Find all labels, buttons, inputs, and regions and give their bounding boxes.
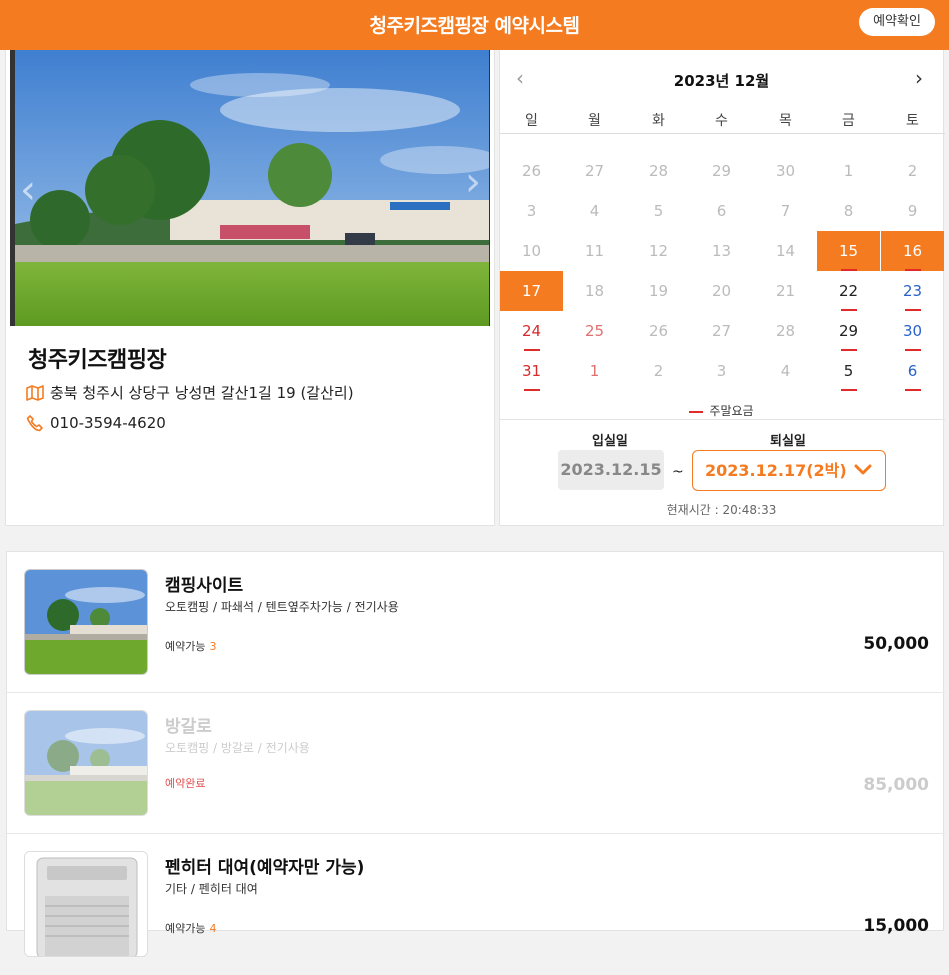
- calendar-day: 6: [716, 202, 727, 220]
- weekday-header: 일 월 화 수 목 금 토: [500, 108, 945, 134]
- calendar-day[interactable]: 23: [881, 271, 944, 311]
- calendar-day: 20: [711, 282, 732, 300]
- calendar-day: 5: [653, 202, 664, 220]
- calendar-day: 2: [653, 362, 664, 380]
- current-time: 현재시간 : 20:48:33: [666, 503, 777, 517]
- app-title: 청주키즈캠핑장 예약시스템: [369, 15, 580, 37]
- calendar-day: 28: [648, 162, 669, 180]
- calendar-day[interactable]: 1: [563, 351, 626, 391]
- product-price: 50,000: [863, 634, 929, 654]
- product-item-bungalow: 방갈로 오토캠핑 / 방갈로 / 전기사용 예약완료 85,000: [7, 693, 945, 834]
- weekend-rate-legend: 주말요금: [500, 402, 943, 419]
- product-desc: 오토캠핑 / 파쇄석 / 텐트옆주차가능 / 전기사용: [165, 600, 399, 614]
- calendar-day-selected[interactable]: 16: [881, 231, 944, 271]
- campsite-photo: ‹ ›: [10, 50, 490, 326]
- address-row: 충북 청주시 상당구 낭성면 갈산1길 19 (갈산리): [26, 382, 354, 403]
- calendar-day: 9: [907, 202, 918, 220]
- photo-next-arrow-icon[interactable]: ›: [465, 162, 481, 202]
- divider: [500, 419, 945, 420]
- calendar-day[interactable]: 31: [500, 351, 563, 391]
- calendar-day: 11: [584, 242, 605, 260]
- calendar-day: 12: [648, 242, 669, 260]
- map-icon: [26, 384, 44, 401]
- calendar-day: 26: [648, 322, 669, 340]
- campsite-name: 청주키즈캠핑장: [28, 348, 167, 373]
- calendar-day-selected[interactable]: 17: [500, 271, 563, 311]
- weekday-label: 화: [652, 113, 665, 129]
- calendar-day: 14: [775, 242, 796, 260]
- calendar-day: 18: [584, 282, 605, 300]
- product-item-camping-site[interactable]: 캠핑사이트 오토캠핑 / 파쇄석 / 텐트옆주차가능 / 전기사용 예약가능 3 …: [7, 552, 945, 693]
- calendar-day: 2: [907, 162, 918, 180]
- calendar-day[interactable]: 29: [817, 311, 880, 351]
- calendar-day: 13: [711, 242, 732, 260]
- checkout-date-value: 2023.12.17(2박): [705, 461, 847, 480]
- product-desc: 오토캠핑 / 방갈로 / 전기사용: [165, 741, 310, 755]
- checkout-date-select[interactable]: 2023.12.17(2박): [692, 450, 886, 491]
- checkout-label: 퇴실일: [770, 434, 806, 449]
- calendar-day: 19: [648, 282, 669, 300]
- calendar-day: 26: [521, 162, 542, 180]
- calendar-day: 1: [843, 162, 854, 180]
- weekday-label: 일: [525, 113, 538, 129]
- calendar-day: 21: [775, 282, 796, 300]
- calendar-panel: ‹ 2023년 12월 › 일 월 화 수 목 금 토 26 27 28 29 …: [499, 50, 945, 526]
- photo-prev-arrow-icon[interactable]: ‹: [20, 170, 36, 210]
- calendar-day[interactable]: 5: [817, 351, 880, 391]
- checkin-label: 입실일: [592, 434, 628, 449]
- calendar-day: 28: [775, 322, 796, 340]
- product-thumbnail: [24, 710, 148, 816]
- calendar-day: 10: [521, 242, 542, 260]
- address-text: 충북 청주시 상당구 낭성면 갈산1길 19 (갈산리): [50, 384, 354, 402]
- availability-count: 3: [209, 640, 217, 653]
- calendar-day: 3: [716, 362, 727, 380]
- calendar-day: 7: [780, 202, 791, 220]
- product-list: 캠핑사이트 오토캠핑 / 파쇄석 / 텐트옆주차가능 / 전기사용 예약가능 3 …: [6, 551, 945, 957]
- availability: 예약가능 4: [165, 922, 217, 935]
- calendar-day: 8: [843, 202, 854, 220]
- date-range-separator: ~: [672, 464, 684, 480]
- calendar-day[interactable]: 22: [817, 271, 880, 311]
- product-title: 방갈로: [165, 717, 212, 737]
- calendar-day: 4: [589, 202, 600, 220]
- calendar-day: 30: [775, 162, 796, 180]
- weekday-label: 목: [779, 113, 792, 129]
- calendar-day[interactable]: 30: [881, 311, 944, 351]
- product-price: 15,000: [863, 916, 929, 936]
- phone-icon: [26, 415, 43, 432]
- chevron-down-icon: [854, 464, 872, 475]
- phone-text[interactable]: 010-3594-4620: [50, 414, 166, 432]
- calendar-day: 27: [711, 322, 732, 340]
- campsite-info-panel: ‹ › 청주키즈캠핑장 충북 청주시 상당구 낭성면 갈산1길 19 (갈산리)…: [5, 50, 495, 526]
- product-thumbnail: [24, 851, 148, 957]
- weekday-label: 토: [906, 113, 919, 129]
- weekend-line-marker: [689, 410, 704, 413]
- calendar-day: 4: [780, 362, 791, 380]
- product-title: 캠핑사이트: [165, 576, 244, 596]
- header-bar: 청주키즈캠핑장 예약시스템 예약확인: [0, 0, 949, 50]
- weekday-label: 수: [715, 113, 728, 129]
- product-title: 펜히터 대여(예약자만 가능): [165, 858, 365, 878]
- checkin-date-field[interactable]: 2023.12.15: [558, 450, 664, 490]
- availability: 예약가능 3: [165, 640, 217, 653]
- availability-count: 4: [209, 922, 217, 935]
- phone-row: 010-3594-4620: [26, 414, 166, 432]
- product-item-heater-rental[interactable]: 펜히터 대여(예약자만 가능) 기타 / 펜히터 대여 예약가능 4 15,000: [7, 834, 945, 975]
- calendar-day: 29: [711, 162, 732, 180]
- next-month-chevron-icon[interactable]: ›: [915, 66, 923, 90]
- calendar-day: 3: [526, 202, 537, 220]
- weekday-label: 월: [588, 113, 601, 129]
- weekday-label: 금: [842, 113, 855, 129]
- product-thumbnail: [24, 569, 148, 675]
- calendar-day[interactable]: 24: [500, 311, 563, 351]
- calendar-day: 27: [584, 162, 605, 180]
- product-desc: 기타 / 펜히터 대여: [165, 882, 258, 896]
- calendar-day-selected[interactable]: 15: [817, 231, 880, 271]
- product-price: 85,000: [863, 775, 929, 795]
- calendar-day[interactable]: 25: [563, 311, 626, 351]
- calendar-month-title: 2023년 12월: [673, 72, 770, 90]
- sold-out-status: 예약완료: [165, 777, 206, 790]
- calendar-day[interactable]: 6: [881, 351, 944, 391]
- reservation-check-button[interactable]: 예약확인: [859, 8, 935, 36]
